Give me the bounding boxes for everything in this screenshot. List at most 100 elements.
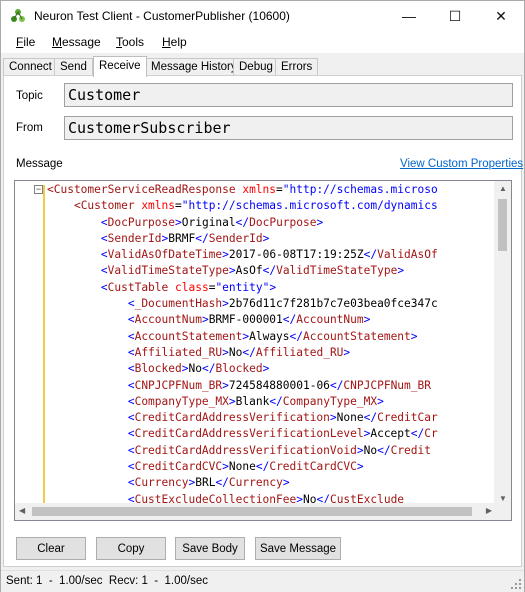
tab-message-history[interactable]: Message History bbox=[145, 58, 243, 76]
xml-token bbox=[47, 460, 128, 473]
menu-file[interactable]: File bbox=[16, 35, 35, 49]
close-button[interactable]: ✕ bbox=[478, 1, 524, 31]
xml-token: > bbox=[269, 280, 277, 294]
horizontal-scroll-thumb[interactable] bbox=[32, 507, 472, 516]
scroll-down-icon[interactable]: ▼ bbox=[499, 494, 507, 503]
xml-token: SenderId bbox=[208, 231, 263, 245]
xml-token: Cr bbox=[424, 427, 438, 441]
xml-token: </ bbox=[255, 460, 270, 474]
xml-line: <Currency>BRL</Currency> bbox=[47, 475, 497, 491]
xml-token: </ bbox=[269, 394, 283, 408]
xml-token: Blocked bbox=[134, 362, 182, 376]
xml-token: </ bbox=[201, 362, 216, 376]
xml-token: > bbox=[377, 394, 384, 408]
tab-debug[interactable]: Debug bbox=[233, 58, 279, 76]
save-body-button[interactable]: Save Body bbox=[175, 537, 245, 560]
xml-token: > bbox=[228, 394, 236, 408]
tab-strip: Connect Send Receive Message History Deb… bbox=[1, 56, 524, 77]
xml-token: Blank bbox=[235, 394, 270, 408]
xml-token bbox=[47, 297, 128, 310]
view-custom-properties-link[interactable]: View Custom Properties bbox=[400, 158, 523, 170]
menu-bar: File Message Tools Help bbox=[1, 31, 524, 53]
xml-line: <AccountNum>BRMF-000001</AccountNum> bbox=[47, 312, 497, 328]
xml-token: CreditCar bbox=[377, 411, 438, 425]
xml-token: CNPJCPFNum_BR bbox=[343, 378, 431, 392]
topic-field[interactable]: Customer bbox=[64, 83, 513, 107]
vertical-scrollbar[interactable]: ▲ ▼ bbox=[494, 181, 511, 506]
menu-help[interactable]: Help bbox=[162, 35, 187, 49]
copy-button[interactable]: Copy bbox=[96, 537, 166, 560]
xml-token: CustTable bbox=[107, 280, 175, 294]
xml-token: _DocumentHash bbox=[134, 297, 223, 311]
xml-token bbox=[47, 411, 128, 424]
scroll-up-icon[interactable]: ▲ bbox=[499, 184, 507, 193]
xml-token: AsOf bbox=[235, 264, 263, 278]
xml-code-view[interactable]: <CustomerServiceReadResponse xmlns="http… bbox=[47, 181, 497, 506]
menu-tools[interactable]: Tools bbox=[116, 35, 144, 49]
clear-button[interactable]: Clear bbox=[16, 537, 86, 560]
xml-line: <CreditCardAddressVerificationVoid>No</C… bbox=[47, 443, 497, 459]
xml-line: <CreditCardAddressVerification>None</Cre… bbox=[47, 410, 497, 426]
xml-token: > bbox=[316, 215, 324, 229]
tab-receive[interactable]: Receive bbox=[93, 56, 147, 77]
xml-token: BRL bbox=[195, 476, 216, 490]
tab-send[interactable]: Send bbox=[54, 58, 93, 76]
xml-token: "http://schemas.microsoft.com/dynamics bbox=[181, 199, 438, 213]
xml-token: No bbox=[228, 345, 243, 359]
xml-token: </ bbox=[377, 443, 391, 457]
from-field[interactable]: CustomerSubscriber bbox=[64, 116, 513, 140]
resize-grip-icon[interactable] bbox=[510, 578, 522, 590]
minimize-icon: — bbox=[402, 8, 416, 24]
xml-token: ValidTimeStateType bbox=[107, 264, 229, 278]
xml-token: > bbox=[397, 264, 405, 278]
xml-token: SenderId bbox=[107, 231, 162, 245]
xml-token: < bbox=[127, 427, 135, 441]
message-editor[interactable]: − − <CustomerServiceReadResponse xmlns="… bbox=[14, 180, 512, 521]
horizontal-scrollbar[interactable]: ◀ ▶ bbox=[15, 503, 496, 520]
xml-token: AccountNum bbox=[296, 313, 364, 327]
menu-message[interactable]: Message bbox=[52, 35, 101, 49]
xml-token: > bbox=[282, 476, 290, 490]
scroll-right-icon[interactable]: ▶ bbox=[486, 506, 492, 515]
xml-line: <DocPurpose>Original</DocPurpose> bbox=[47, 215, 497, 231]
xml-token: 2017-06-08T17:19:25Z bbox=[228, 248, 364, 262]
xml-line: <SenderId>BRMF</SenderId> bbox=[47, 231, 497, 247]
save-message-button[interactable]: Save Message bbox=[255, 537, 341, 560]
xml-token: Always bbox=[249, 329, 290, 343]
xml-token: Affiliated_RU bbox=[255, 345, 344, 359]
xml-token bbox=[47, 281, 101, 294]
maximize-button[interactable]: ☐ bbox=[432, 1, 478, 31]
fold-toggle-icon[interactable]: − bbox=[34, 185, 43, 194]
xml-token: > bbox=[222, 345, 229, 359]
xml-line: <Customer xmlns="http://schemas.microsof… bbox=[47, 198, 497, 214]
xml-token: > bbox=[222, 460, 229, 474]
xml-token: > bbox=[262, 231, 270, 245]
status-text: Sent: 1 - 1.00/sec Recv: 1 - 1.00/sec bbox=[6, 575, 208, 587]
xml-token: Credit bbox=[390, 443, 431, 457]
xml-token bbox=[47, 264, 101, 277]
xml-token: > bbox=[222, 378, 229, 392]
xml-token: BRMF bbox=[168, 231, 196, 245]
xml-token: < bbox=[100, 231, 108, 245]
scroll-left-icon[interactable]: ◀ bbox=[19, 506, 25, 515]
xml-token: DocPurpose bbox=[249, 215, 317, 229]
xml-token bbox=[47, 216, 101, 229]
xml-line: <CreditCardCVC>None</CreditCardCVC> bbox=[47, 459, 497, 475]
xml-line: <AccountStatement>Always</AccountStateme… bbox=[47, 329, 497, 345]
title-bar[interactable]: Neuron Test Client - CustomerPublisher (… bbox=[1, 1, 524, 31]
xml-token: > bbox=[222, 297, 229, 311]
window-title: Neuron Test Client - CustomerPublisher (… bbox=[34, 9, 290, 23]
xml-token: None bbox=[228, 460, 256, 474]
minimize-button[interactable]: — bbox=[386, 1, 432, 31]
xml-token: DocPurpose bbox=[107, 215, 175, 229]
xml-token: < bbox=[127, 313, 135, 327]
vertical-scroll-thumb[interactable] bbox=[498, 199, 507, 251]
xml-token: AccountStatement bbox=[303, 329, 411, 343]
xml-token: </ bbox=[282, 313, 297, 327]
tab-connect[interactable]: Connect bbox=[3, 58, 58, 76]
tab-errors[interactable]: Errors bbox=[275, 58, 319, 76]
xml-token: xmlns bbox=[242, 183, 277, 196]
xml-token bbox=[47, 395, 128, 408]
xml-token: ValidAsOfDateTime bbox=[107, 248, 223, 262]
xml-token: < bbox=[127, 345, 135, 359]
